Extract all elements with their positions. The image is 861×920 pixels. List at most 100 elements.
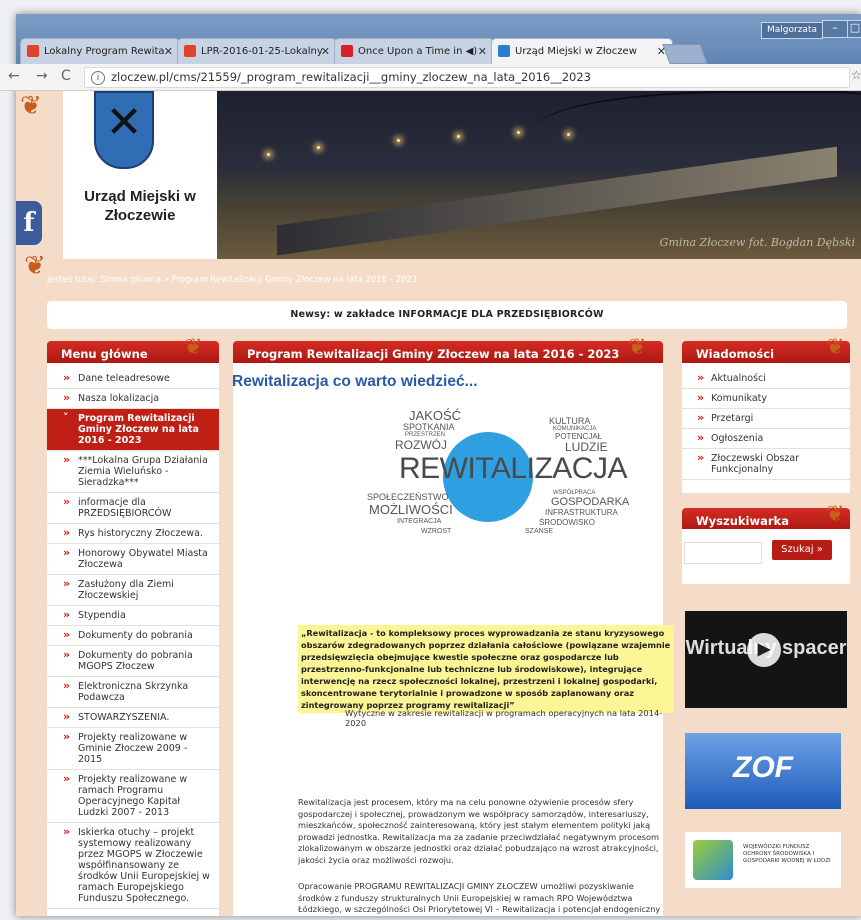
- news-ticker[interactable]: Newsy: w zakładce INFORMACJE DLA PRZEDSI…: [47, 301, 847, 329]
- autumn-leaf-icon: ❦: [628, 335, 647, 360]
- menu-item-informacje-przedsiebiorcow[interactable]: informacje dla PRZEDSIĘBIORCÓW: [47, 493, 219, 524]
- word-cloud-term: SPOTKANIA: [403, 422, 455, 432]
- minimize-button[interactable]: –: [822, 20, 848, 38]
- close-tab-icon[interactable]: ✕: [321, 39, 330, 65]
- banner-light: [567, 133, 570, 136]
- close-tab-icon[interactable]: ✕: [164, 39, 173, 65]
- menu-item-honorowy-obywatel[interactable]: Honorowy Obywatel Miasta Złoczewa: [47, 544, 219, 575]
- paragraph: Rewitalizacja jest procesem, który ma na…: [298, 797, 660, 865]
- tab-favicon-icon: [498, 45, 510, 57]
- word-cloud-term: GOSPODARKA: [551, 496, 630, 508]
- wfos-label: WOJEWÓDZKI FUNDUSZ OCHRONY ŚRODOWISKA I …: [743, 844, 831, 864]
- autumn-leaf-icon: ❦: [826, 502, 845, 527]
- tab-once-upon[interactable]: Once Upon a Time in ◀) ✕: [334, 38, 494, 65]
- back-arrow-icon[interactable]: ←: [8, 68, 20, 84]
- menu-item-stypendia[interactable]: Stypendia: [47, 606, 219, 626]
- menu-item-dokumenty-mgops[interactable]: Dokumenty do pobrania MGOPS Złoczew: [47, 646, 219, 677]
- breadcrumb-label: Jesteś tutaj:: [47, 275, 98, 285]
- play-icon[interactable]: ▶: [747, 633, 781, 667]
- news-item-zof[interactable]: Złoczewski Obszar Funkcjonalny: [682, 449, 850, 480]
- coat-of-arms-icon: ✕: [94, 91, 154, 169]
- tab-label: Lokalny Program Rewita: [44, 46, 165, 57]
- audio-icon[interactable]: ◀): [466, 46, 478, 57]
- word-cloud-term: INTEGRACJA: [397, 518, 442, 525]
- forward-arrow-icon[interactable]: →: [36, 68, 48, 84]
- autumn-leaf-icon: ❦: [20, 91, 42, 121]
- address-toolbar: ← → C i zloczew.pl/cms/21559/_program_rew…: [0, 64, 861, 91]
- banner-credit: Gmina Złoczew fot. Bogdan Dębski: [659, 236, 855, 249]
- header-banner: Gmina Złoczew fot. Bogdan Dębski: [217, 91, 861, 259]
- tab-lokalny-program[interactable]: Lokalny Program Rewita ✕: [20, 38, 180, 65]
- banner-light: [517, 131, 520, 134]
- menu-item-lgd[interactable]: ***Lokalna Grupa Działania Ziemia Wieluń…: [47, 451, 219, 493]
- tab-label: LPR-2016-01-25-Lokalny: [201, 46, 323, 57]
- page-title: Rewitalizacja co warto wiedzieć...: [232, 373, 478, 390]
- banner-light: [457, 135, 460, 138]
- bookmark-star-icon[interactable]: ☆: [851, 68, 861, 82]
- menu-item-eskrzynka[interactable]: Elektroniczna Skrzynka Podawcza: [47, 677, 219, 708]
- tab-label: Urząd Miejski w Złoczew: [515, 46, 637, 57]
- definition-quote: „Rewitalizacja - to kompleksowy proces w…: [298, 625, 674, 713]
- autumn-leaf-icon: ❦: [184, 335, 203, 360]
- news-item-ogloszenia[interactable]: Ogłoszenia: [682, 429, 850, 449]
- close-tab-icon[interactable]: ✕: [478, 39, 487, 65]
- search-button[interactable]: Szukaj »: [772, 540, 832, 560]
- news-item-przetargi[interactable]: Przetargi: [682, 409, 850, 429]
- word-cloud-main: REWITALIZACJA: [399, 452, 627, 485]
- tab-label: Once Upon a Time in: [358, 46, 463, 57]
- word-cloud-term: ROZWÓJ: [395, 438, 447, 452]
- quote-source: Wytyczne w zakresie rewitalizacji w prog…: [345, 708, 663, 728]
- address-bar[interactable]: i zloczew.pl/cms/21559/_program_rewitaliz…: [84, 67, 850, 88]
- menu-item-projekty-2009[interactable]: Projekty realizowane w Gminie Złoczew 20…: [47, 728, 219, 770]
- breadcrumb-current: Program Rewitalizacji Gminy Złoczew na l…: [171, 275, 418, 285]
- info-icon[interactable]: i: [91, 70, 105, 85]
- menu-item-program-rewitalizacji[interactable]: Program Rewitalizacji Gminy Złoczew na l…: [47, 409, 219, 451]
- word-cloud-term: KULTURA: [549, 416, 591, 426]
- wfos-banner[interactable]: WOJEWÓDZKI FUNDUSZ OCHRONY ŚRODOWISKA I …: [685, 832, 841, 888]
- youtube-icon: [341, 45, 353, 57]
- virtual-tour-banner[interactable]: Wirtualny spacer ▶: [685, 611, 847, 708]
- breadcrumb: Jesteś tutaj: Strona główna » Program Re…: [47, 268, 861, 292]
- breadcrumb-separator: »: [163, 275, 170, 285]
- word-cloud-term: WZROST: [421, 528, 452, 535]
- content-area: JAKOŚĆ SPOTKANIA PRZESTRZEŃ ROZWÓJ KULTU…: [233, 363, 674, 916]
- search-input[interactable]: [684, 542, 762, 564]
- autumn-leaf-icon: ❦: [24, 251, 46, 281]
- main-menu: Dane teleadresowe Nasza lokalizacja Prog…: [47, 363, 219, 916]
- paragraph: Opracowanie PROGRAMU REWITALIZACJI GMINY…: [298, 881, 661, 916]
- breadcrumb-home-link[interactable]: Strona główna: [100, 275, 161, 285]
- autumn-leaf-icon: ❦: [826, 335, 845, 360]
- menu-item-zasluzony[interactable]: Zasłużony dla Ziemi Złoczewskiej: [47, 575, 219, 606]
- profile-badge[interactable]: Malgorzata: [761, 22, 823, 39]
- facebook-icon[interactable]: f: [16, 201, 42, 245]
- zof-banner[interactable]: ZOF: [685, 733, 841, 809]
- word-cloud-term: SPOŁECZEŃSTWO: [367, 492, 449, 502]
- site-logo[interactable]: ✕ Urząd Miejski w Złoczewie: [63, 91, 217, 259]
- menu-item-iskierka[interactable]: Iskierka otuchy – projekt systemowy real…: [47, 823, 219, 909]
- news-item-komunikaty[interactable]: Komunikaty: [682, 389, 850, 409]
- news-item-aktualnosci[interactable]: Aktualności: [682, 369, 850, 389]
- word-cloud-term: JAKOŚĆ: [409, 408, 462, 423]
- search-box: Szukaj »: [682, 529, 850, 584]
- menu-item-dane-teleadresowe[interactable]: Dane teleadresowe: [47, 369, 219, 389]
- reload-icon[interactable]: C: [61, 68, 71, 84]
- word-cloud-term: SZANSE: [525, 528, 554, 535]
- maximize-button[interactable]: □: [847, 20, 861, 38]
- web-page: ❦ ❦ f ✕ Urząd Miejski w Złoczewie Gmina …: [16, 91, 861, 916]
- tab-favicon-icon: [27, 45, 39, 57]
- word-cloud-term: ŚRODOWISKO: [539, 518, 596, 527]
- menu-item-stowarzyszenia[interactable]: STOWARZYSZENIA.: [47, 708, 219, 728]
- tab-favicon-icon: [184, 45, 196, 57]
- menu-item-dokumenty[interactable]: Dokumenty do pobrania: [47, 626, 219, 646]
- banner-light: [267, 153, 270, 156]
- banner-light: [397, 139, 400, 142]
- url-text: zloczew.pl/cms/21559/_program_rewitaliza…: [111, 70, 591, 84]
- new-tab-button[interactable]: [662, 44, 708, 64]
- tab-urzad-miejski[interactable]: Urząd Miejski w Złoczew ✕: [491, 38, 673, 65]
- tab-lpr[interactable]: LPR-2016-01-25-Lokalny ✕: [177, 38, 337, 65]
- banner-tree: [537, 91, 861, 153]
- menu-item-rys-historyczny[interactable]: Rys historyczny Złoczewa.: [47, 524, 219, 544]
- word-cloud-term: MOŻLIWOŚCI: [369, 502, 453, 517]
- menu-item-projekty-pokl[interactable]: Projekty realizowane w ramach Programu O…: [47, 770, 219, 823]
- menu-item-nasza-lokalizacja[interactable]: Nasza lokalizacja: [47, 389, 219, 409]
